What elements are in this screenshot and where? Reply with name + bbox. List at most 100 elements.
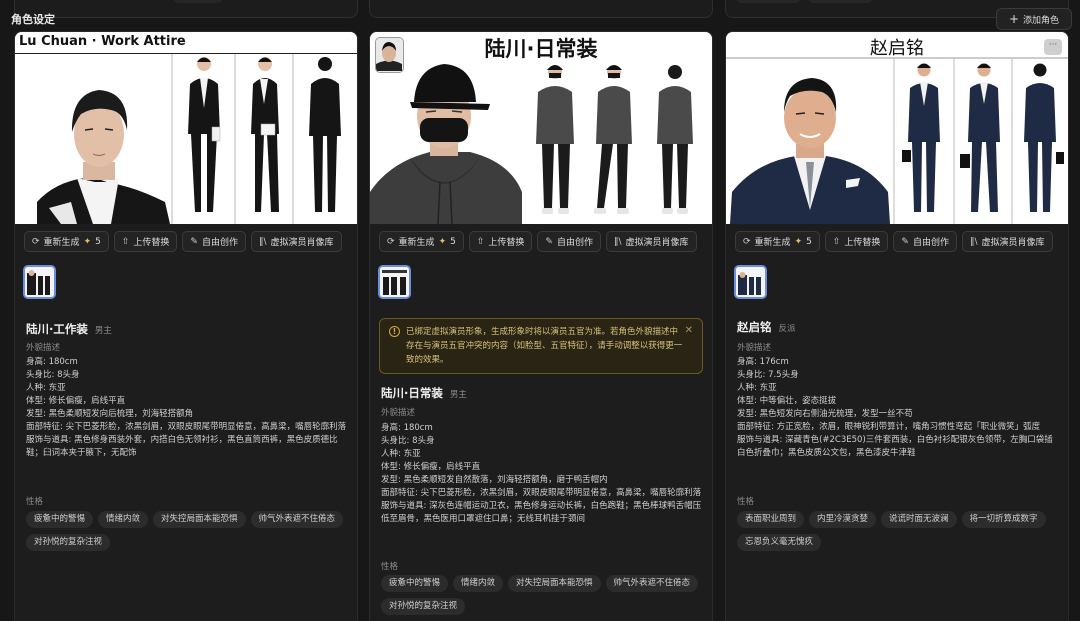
sheet-title: 赵启铭 [870, 38, 924, 59]
regenerate-button[interactable]: ⟳ 重新生成 ✦ 5 [379, 231, 464, 252]
appearance-line: 发型: 黑色短发向右侧油光梳理，发型一丝不苟 [737, 409, 913, 419]
refresh-icon: ⟳ [743, 236, 751, 247]
actor-thumbnail[interactable] [378, 265, 411, 299]
virtual-library-label: 虚拟演员肖像库 [981, 238, 1045, 248]
virtual-actor-library-button[interactable]: ‖\ 虚拟演员肖像库 [605, 231, 697, 252]
appearance-line: 身高: 180cm [381, 423, 433, 433]
character-name: 陆川·日常装 [381, 386, 443, 400]
virtual-library-label: 虚拟演员肖像库 [270, 238, 334, 248]
library-icon: ‖\ [969, 236, 978, 247]
character-sheet-illustration [726, 32, 1068, 224]
binding-notice: ! 已绑定虚拟演员形象，生成形象时将以演员五官为准。若角色外貌描述中存在与演员五… [379, 318, 703, 374]
card-actions: ⟳ 重新生成 ✦ 5 ⇧ 上传替换 ✎ 自由创作 ‖\ 虚拟演员肖像库 [379, 231, 697, 252]
appearance-line: 人种: 东亚 [26, 383, 66, 393]
appearance-line: 发型: 黑色柔顺短发向后梳理，刘海轻搭额角 [26, 409, 194, 419]
character-name: 赵启铭 [737, 320, 772, 334]
personality-tag: 对失控局面本能恐惧 [508, 575, 601, 592]
add-character-button[interactable]: + 添加角色 [996, 8, 1072, 30]
upload-replace-button[interactable]: ⇧ 上传替换 [113, 231, 178, 252]
credit-icon: ✦ [438, 236, 447, 247]
upload-icon: ⇧ [121, 236, 130, 247]
free-create-label: 自由创作 [912, 238, 949, 248]
personality-tag: 将一切折算成数字 [961, 511, 1046, 528]
appearance-label: 外貌描述 [26, 343, 61, 353]
appearance-line: 体型: 中等偏壮，姿态挺拔 [737, 396, 837, 406]
close-icon[interactable]: ✕ [685, 324, 693, 338]
personality-label: 性格 [737, 497, 755, 507]
free-create-label: 自由创作 [556, 238, 593, 248]
bound-actor-avatar[interactable] [375, 37, 404, 73]
sheet-title-rule [15, 53, 357, 54]
character-role: 反派 [778, 324, 796, 334]
personality-tag: 表面职业周到 [737, 511, 805, 528]
refresh-icon: ⟳ [32, 236, 40, 247]
appearance-description: 身高: 180cm 头身比: 8头身 人种: 东亚 体型: 修长偏瘦，肩线平直 … [381, 422, 703, 526]
upload-label: 上传替换 [133, 238, 170, 248]
personality-tag: 对孙悦的复杂注视 [26, 534, 111, 551]
free-create-label: 自由创作 [201, 238, 238, 248]
appearance-line: 身高: 180cm [26, 357, 78, 367]
upload-icon: ⇧ [832, 236, 841, 247]
appearance-line: 体型: 修长偏瘦，肩线平直 [381, 462, 481, 472]
upload-icon: ⇧ [476, 236, 485, 247]
more-options-icon[interactable]: ··· [1044, 39, 1062, 55]
character-role: 男主 [449, 390, 467, 400]
appearance-line: 头身比: 8头身 [381, 436, 435, 446]
character-role: 男主 [94, 326, 112, 336]
personality-tag: 说谎时面无波澜 [881, 511, 957, 528]
free-create-button[interactable]: ✎ 自由创作 [182, 231, 246, 252]
upload-label: 上传替换 [488, 238, 525, 248]
regenerate-cost: 5 [450, 236, 456, 247]
personality-tag: 情绪内敛 [98, 511, 149, 528]
actor-thumbnail[interactable] [734, 265, 767, 299]
personality-label: 性格 [26, 497, 44, 507]
personality-tag: 对孙悦的复杂注视 [381, 598, 466, 615]
regenerate-label: 重新生成 [398, 238, 435, 248]
personality-tags: 疲惫中的警惕 情绪内敛 对失控局面本能恐惧 帅气外表遮不住倦态 对孙悦的复杂注视 [26, 511, 350, 551]
personality-tag: 帅气外表遮不住倦态 [605, 575, 699, 592]
regenerate-cost: 5 [95, 236, 101, 247]
appearance-line: 面部特征: 尖下巴菱形脸，浓黑剑眉，双眼皮眼尾带明显倦意，高鼻梁，嘴唇轮廓利落 [26, 422, 347, 432]
appearance-line: 头身比: 7.5头身 [737, 370, 799, 380]
appearance-line: 面部特征: 尖下巴菱形脸，浓黑剑眉，双眼皮眼尾带明显倦意，高鼻梁，嘴唇轮廓利落 [381, 488, 702, 498]
credit-icon: ✦ [794, 236, 803, 247]
character-name-row: 赵启铭 反派 [737, 319, 796, 335]
personality-tags: 疲惫中的警惕 情绪内敛 对失控局面本能恐惧 帅气外表遮不住倦态 对孙悦的复杂注视 [381, 575, 705, 615]
refresh-icon: ⟳ [387, 236, 395, 247]
personality-tag: 对失控局面本能恐惧 [153, 511, 246, 528]
appearance-line: 服饰与道具: 深藏青色(#2C3E50)三件套西装，白色衬衫配银灰色领带，左胸口… [737, 435, 1053, 458]
regenerate-button[interactable]: ⟳ 重新生成 ✦ 5 [735, 231, 820, 252]
virtual-actor-library-button[interactable]: ‖\ 虚拟演员肖像库 [250, 231, 342, 252]
thumbnail-illustration [736, 267, 765, 297]
avatar-illustration [376, 38, 402, 71]
appearance-line: 人种: 东亚 [737, 383, 777, 393]
virtual-library-label: 虚拟演员肖像库 [625, 238, 689, 248]
character-card: 陆川·日常装 ⟳ 重新生成 ✦ 5 ⇧ 上传替换 ✎ 自由创作 ‖\ 虚拟演员肖像库 ! 已… [369, 31, 713, 621]
character-sheet-image[interactable]: 赵启铭 ··· [726, 32, 1068, 224]
character-name-row: 陆川·日常装 男主 [381, 385, 467, 401]
virtual-actor-library-button[interactable]: ‖\ 虚拟演员肖像库 [961, 231, 1053, 252]
pencil-icon: ✎ [190, 236, 198, 247]
character-card: 赵启铭 ··· ⟳ 重新生成 ✦ 5 ⇧ 上传替换 ✎ 自由创作 ‖\ 虚拟演员肖像库 赵启… [725, 31, 1069, 621]
warning-icon: ! [389, 326, 400, 337]
actor-thumbnail[interactable] [23, 265, 56, 299]
personality-tag: 内里冷漠贪婪 [809, 511, 877, 528]
free-create-button[interactable]: ✎ 自由创作 [893, 231, 957, 252]
pencil-icon: ✎ [545, 236, 553, 247]
thumbnail-illustration [380, 267, 409, 297]
thumbnail-illustration [25, 267, 54, 297]
personality-tag: 情绪内敛 [453, 575, 504, 592]
appearance-label: 外貌描述 [381, 408, 416, 418]
appearance-description: 身高: 176cm 头身比: 7.5头身 人种: 东亚 体型: 中等偏壮，姿态挺… [737, 356, 1059, 460]
upload-label: 上传替换 [844, 238, 881, 248]
character-sheet-image[interactable]: 陆川·日常装 [370, 32, 712, 224]
add-character-label: 添加角色 [1023, 15, 1060, 26]
upload-replace-button[interactable]: ⇧ 上传替换 [468, 231, 533, 252]
character-name-row: 陆川·工作装 男主 [26, 321, 112, 337]
upload-replace-button[interactable]: ⇧ 上传替换 [824, 231, 889, 252]
character-sheet-image[interactable]: Lu Chuan · Work Attire [15, 32, 357, 224]
library-icon: ‖\ [613, 236, 622, 247]
regenerate-button[interactable]: ⟳ 重新生成 ✦ 5 [24, 231, 109, 252]
free-create-button[interactable]: ✎ 自由创作 [537, 231, 601, 252]
card-actions: ⟳ 重新生成 ✦ 5 ⇧ 上传替换 ✎ 自由创作 ‖\ 虚拟演员肖像库 [735, 231, 1053, 252]
